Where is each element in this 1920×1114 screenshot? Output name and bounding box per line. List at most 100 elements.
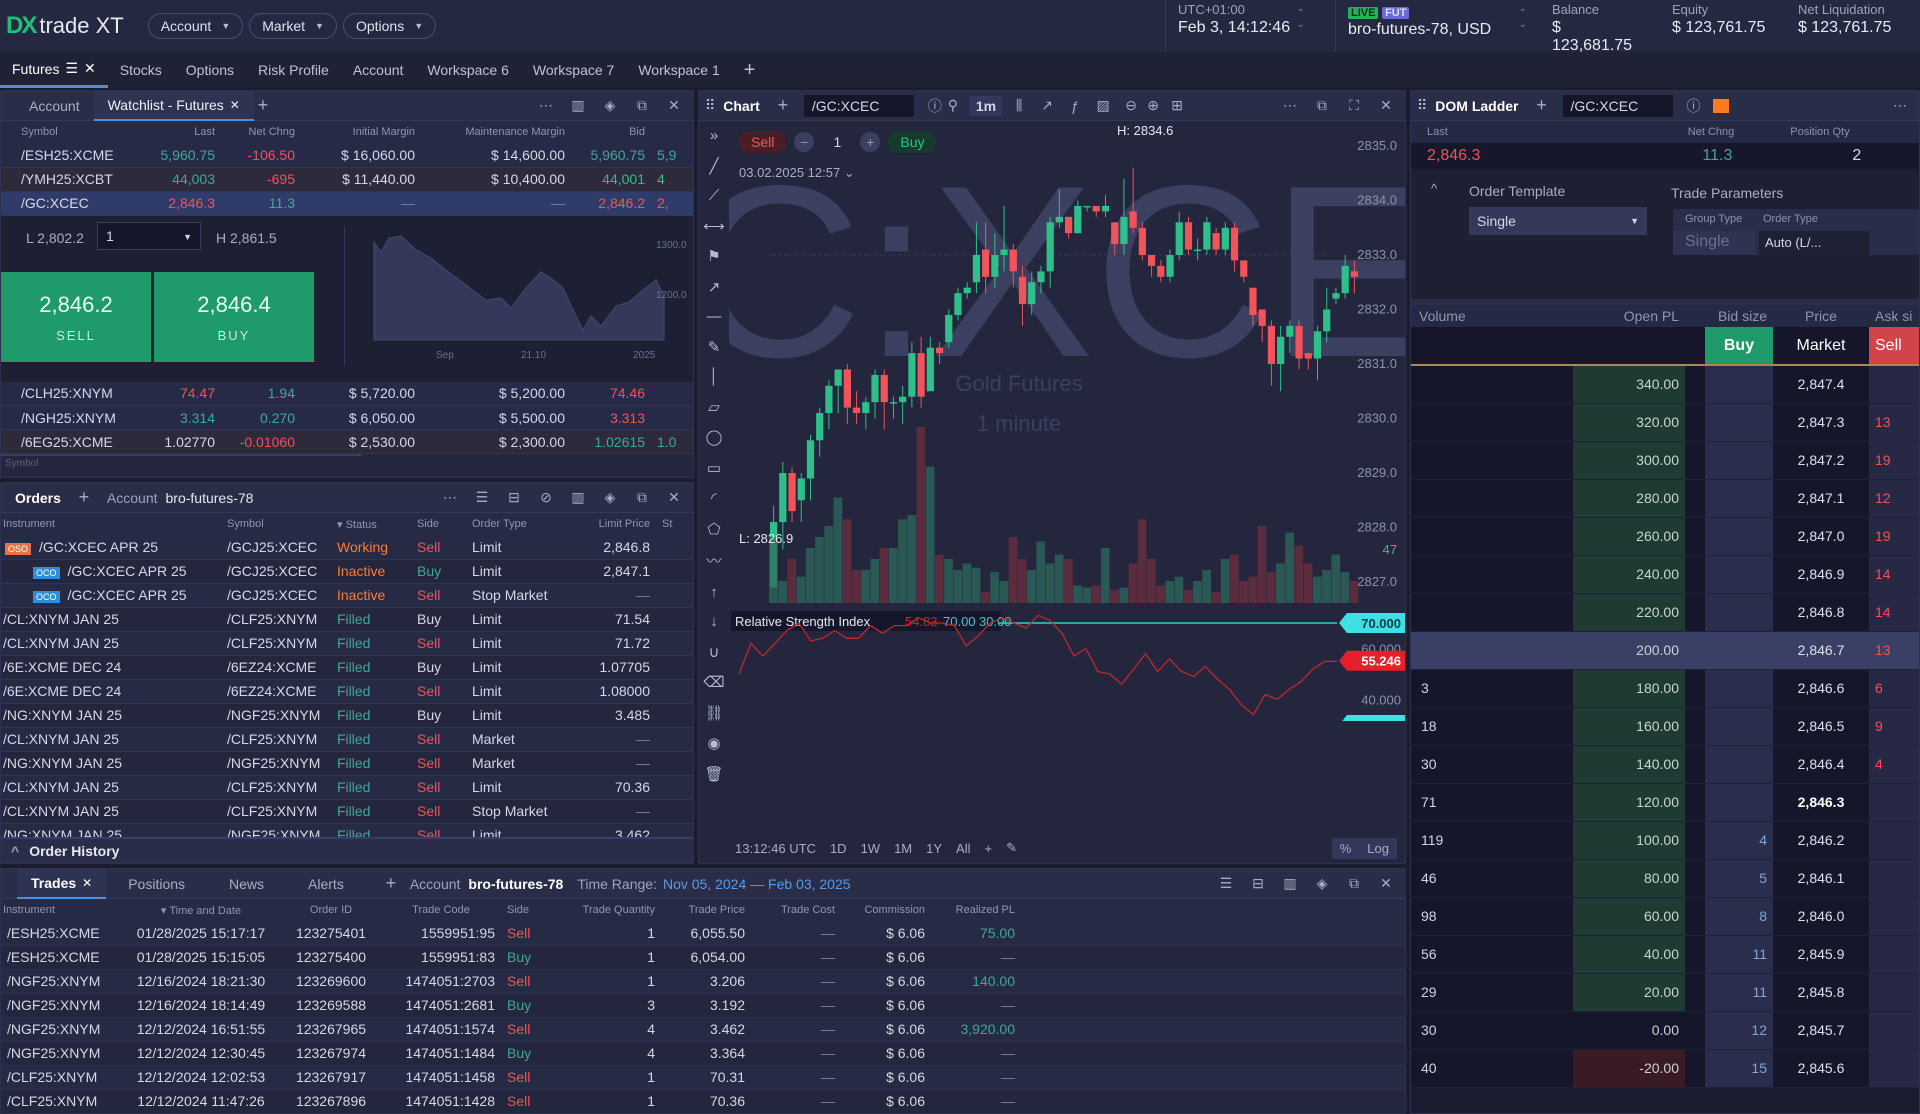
drag-handle-icon[interactable]: ⠿ xyxy=(1411,97,1433,114)
template-icon[interactable]: ▨ xyxy=(1094,97,1112,115)
tab-trades[interactable]: Trades ✕ xyxy=(17,869,107,899)
info-icon[interactable]: ⓘ xyxy=(1685,97,1703,115)
ask-size[interactable]: 12 xyxy=(1869,479,1919,518)
dom-row[interactable]: 46 80.00 5 2,846.1 xyxy=(1411,859,1919,898)
col-net-chng[interactable]: Net Chng xyxy=(221,121,301,143)
zoom-out-icon[interactable]: ⊖ xyxy=(1122,97,1140,115)
dom-row[interactable]: 220.00 2,846.8 14 xyxy=(1411,593,1919,632)
function-icon[interactable]: ƒ xyxy=(1066,97,1084,115)
dom-sell-button[interactable]: Sell xyxy=(1869,327,1919,366)
watchlist-row[interactable]: /6EG25:XCME 1.02770 -0.01060 $ 2,530.00 … xyxy=(1,429,693,454)
price[interactable]: 2,846.3 xyxy=(1773,783,1869,822)
col-time-date[interactable]: ▾ Time and Date xyxy=(121,899,281,921)
dom-row[interactable]: 29 20.00 11 2,845.8 xyxy=(1411,973,1919,1012)
parallelogram-icon[interactable]: ▱ xyxy=(708,398,720,416)
expand-icon[interactable]: » xyxy=(710,127,718,144)
add-tab-icon[interactable]: + xyxy=(254,95,272,115)
menu-account[interactable]: Account ▼ xyxy=(147,13,244,39)
price[interactable]: 2,847.3 xyxy=(1773,403,1869,442)
tab-options[interactable]: Options xyxy=(174,52,246,88)
bid-size[interactable] xyxy=(1705,745,1773,784)
trend-icon[interactable]: 〰 xyxy=(706,550,721,571)
ask-size[interactable]: 9 xyxy=(1869,707,1919,746)
col-limit-price[interactable]: Limit Price xyxy=(576,513,656,535)
price[interactable]: 2,847.1 xyxy=(1773,479,1869,518)
zoom-in-icon[interactable]: ⊕ xyxy=(1144,97,1162,115)
bid-size[interactable] xyxy=(1705,555,1773,594)
price[interactable]: 2,847.2 xyxy=(1773,441,1869,480)
dom-row[interactable]: 18 160.00 2,846.5 9 xyxy=(1411,707,1919,746)
filter-icon[interactable]: ⊟ xyxy=(505,489,523,507)
dom-symbol-input[interactable]: /GC:XCEC xyxy=(1562,94,1673,117)
tab-risk-profile[interactable]: Risk Profile xyxy=(246,52,341,88)
ask-size[interactable] xyxy=(1869,897,1919,936)
link-icon[interactable]: ⚲ xyxy=(944,97,962,115)
price[interactable]: 2,846.0 xyxy=(1773,897,1869,936)
dom-row[interactable]: 40 -20.00 15 2,845.6 xyxy=(1411,1049,1919,1088)
order-row[interactable]: OCO/GC:XCEC APR 25 /GCJ25:XCEC Inactive … xyxy=(1,559,693,584)
dom-row[interactable]: 119 100.00 4 2,846.2 xyxy=(1411,821,1919,860)
watchlist-row[interactable]: /NGH25:XNYM 3.314 0.270 $ 6,050.00 $ 5,5… xyxy=(1,405,693,430)
close-icon[interactable]: ✕ xyxy=(1377,97,1395,115)
arrow-tool-icon[interactable]: ↗ xyxy=(708,278,721,296)
dom-row[interactable]: 71 120.00 2,846.3 xyxy=(1411,783,1919,822)
col-bid-size[interactable]: Bid size xyxy=(1705,305,1773,327)
tab-news[interactable]: News xyxy=(207,869,286,899)
time-range-value[interactable]: Nov 05, 2024 — Feb 03, 2025 xyxy=(663,876,851,892)
tab-alerts[interactable]: Alerts xyxy=(286,869,366,899)
bid-size[interactable]: 5 xyxy=(1705,859,1773,898)
col-side[interactable]: Side xyxy=(411,513,466,535)
bid-size[interactable] xyxy=(1705,441,1773,480)
ask-size[interactable] xyxy=(1869,973,1919,1012)
ask-size[interactable]: 19 xyxy=(1869,441,1919,480)
layout-icon[interactable]: ⊞ xyxy=(1168,97,1186,115)
dom-market-button[interactable]: Market xyxy=(1773,327,1869,366)
close-icon[interactable]: ✕ xyxy=(230,98,240,112)
tab-account[interactable]: Account xyxy=(341,52,416,88)
bid-size[interactable]: 11 xyxy=(1705,935,1773,974)
indicators-icon[interactable]: ↗ xyxy=(1038,97,1056,115)
tab-positions[interactable]: Positions xyxy=(106,869,207,899)
price[interactable]: 2,846.7 xyxy=(1773,631,1869,670)
line-tool-icon[interactable]: ╱ xyxy=(709,157,718,175)
tab-workspace-7[interactable]: Workspace 7 xyxy=(521,52,626,88)
split-icon[interactable]: ◈ xyxy=(1313,875,1331,893)
col-price[interactable]: Price xyxy=(1773,305,1869,327)
popout-icon[interactable]: ⧉ xyxy=(1313,97,1331,115)
log-toggle[interactable]: Log xyxy=(1359,837,1397,859)
order-row[interactable]: OCO/GC:XCEC APR 25 /GCJ25:XCEC Inactive … xyxy=(1,583,693,608)
trade-row[interactable]: /NGF25:XNYM 12/12/2024 12:30:45 12326797… xyxy=(1,1041,1405,1066)
more-icon[interactable]: ⋯ xyxy=(441,489,459,507)
order-row[interactable]: /NG:XNYM JAN 25 /NGF25:XNYM Filled Sell … xyxy=(1,751,693,776)
columns-icon[interactable]: ▥ xyxy=(1281,875,1299,893)
order-row[interactable]: /CL:XNYM JAN 25 /CLF25:XNYM Filled Sell … xyxy=(1,775,693,800)
trade-row[interactable]: /ESH25:XCME 01/28/2025 15:17:17 12327540… xyxy=(1,921,1405,946)
bid-size[interactable] xyxy=(1705,707,1773,746)
col-side[interactable]: Side xyxy=(501,899,561,921)
col-last[interactable]: Last xyxy=(141,121,221,143)
col-trade-price[interactable]: Trade Price xyxy=(661,899,751,921)
col-symbol[interactable]: Symbol xyxy=(1,121,141,143)
popout-icon[interactable]: ⧉ xyxy=(633,489,651,507)
ask-size[interactable]: 19 xyxy=(1869,517,1919,556)
price[interactable]: 2,846.4 xyxy=(1773,745,1869,784)
cancel-all-icon[interactable]: ⊘ xyxy=(537,489,555,507)
range-1d[interactable]: 1D xyxy=(830,841,847,856)
close-icon[interactable]: ✕ xyxy=(665,97,683,115)
add-tab-icon[interactable]: + xyxy=(774,95,792,115)
dom-row[interactable]: 98 60.00 8 2,846.0 xyxy=(1411,897,1919,936)
filter-icon[interactable]: ⊟ xyxy=(1249,875,1267,893)
flag-tool-icon[interactable]: ⚑ xyxy=(707,247,720,265)
col-status[interactable]: ▾ Status xyxy=(331,513,411,535)
range-1w[interactable]: 1W xyxy=(861,841,881,856)
more-icon[interactable]: ⋯ xyxy=(1891,97,1909,115)
sell-button[interactable]: 2,846.2 SELL xyxy=(1,271,151,362)
col-order-id[interactable]: Order ID xyxy=(281,899,381,921)
watchlist-row[interactable]: /YMH25:XCBT 44,003 -695 $ 11,440.00 $ 10… xyxy=(1,167,693,192)
dom-row[interactable]: 200.00 2,846.7 13 xyxy=(1411,631,1919,670)
link-icon[interactable]: ⛓ xyxy=(704,704,723,722)
clock-selector[interactable]: UTC+01:00 Feb 3, 14:12:46 ⌃ ⌄ xyxy=(1165,0,1313,52)
menu-market[interactable]: Market ▼ xyxy=(249,13,337,39)
bid-size[interactable] xyxy=(1705,669,1773,708)
dom-row[interactable]: 240.00 2,846.9 14 xyxy=(1411,555,1919,594)
